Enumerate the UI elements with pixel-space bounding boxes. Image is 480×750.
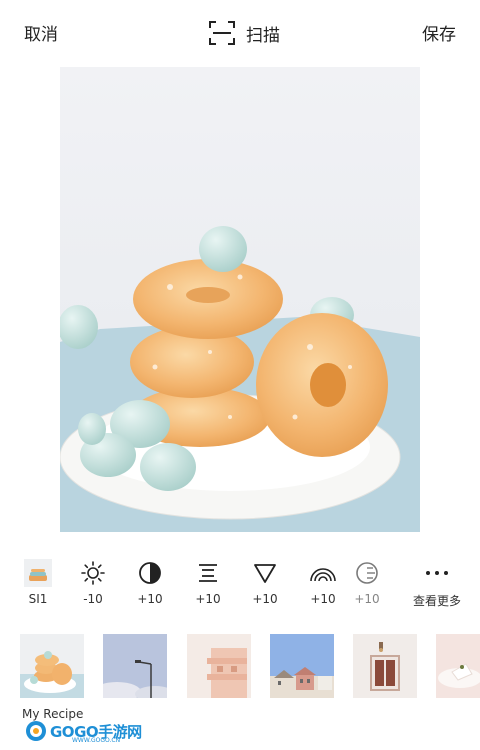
tool-label: +10 bbox=[310, 592, 336, 606]
adjustment-toolbar: SI1 -10 +10 +10 +10 +10 +10 查看更多 bbox=[0, 558, 480, 618]
tool-label: +10 bbox=[195, 592, 221, 606]
tool-label: SI1 bbox=[28, 592, 48, 606]
filter-swatch-icon bbox=[24, 559, 52, 587]
filter-streetlight[interactable] bbox=[103, 634, 167, 698]
filter-building[interactable] bbox=[187, 634, 251, 698]
houses-thumb bbox=[270, 634, 334, 698]
main-photo[interactable] bbox=[60, 67, 420, 532]
cake-thumb bbox=[436, 634, 480, 698]
more-icon bbox=[426, 571, 448, 575]
tool-label: +10 bbox=[137, 592, 163, 606]
filter-donuts[interactable] bbox=[20, 634, 84, 698]
watermark-sub: WWW.GOGO.CN bbox=[72, 737, 121, 744]
tool-arc[interactable]: +10 bbox=[295, 558, 351, 618]
tool-label: +10 bbox=[252, 592, 278, 606]
filter-window[interactable] bbox=[353, 634, 417, 698]
tool-more[interactable]: 查看更多 bbox=[404, 558, 470, 618]
lines-icon bbox=[199, 564, 217, 582]
cancel-button[interactable]: 取消 bbox=[24, 20, 58, 45]
gogo-logo-icon bbox=[26, 721, 46, 741]
filter-strip bbox=[0, 634, 480, 704]
arc-icon bbox=[310, 568, 336, 582]
building-thumb bbox=[187, 634, 251, 698]
streetlight-thumb bbox=[103, 634, 167, 698]
tool-filter-si1[interactable]: SI1 bbox=[10, 558, 66, 618]
filter-cake[interactable] bbox=[436, 634, 480, 698]
tool-partial[interactable]: +10 bbox=[352, 558, 382, 618]
tool-contrast[interactable]: +10 bbox=[122, 558, 178, 618]
tool-structure[interactable]: +10 bbox=[180, 558, 236, 618]
scan-button[interactable]: 扫描 bbox=[208, 18, 280, 48]
watermark: GOGO手游网 WWW.GOGO.CN bbox=[24, 716, 142, 746]
half-circle-icon bbox=[356, 562, 378, 584]
tool-fade[interactable]: +10 bbox=[237, 558, 293, 618]
scan-icon bbox=[209, 21, 235, 45]
window-thumb bbox=[353, 634, 417, 698]
scan-label: 扫描 bbox=[246, 25, 280, 46]
tool-label: 查看更多 bbox=[412, 594, 461, 608]
filter-houses[interactable] bbox=[270, 634, 334, 698]
save-button[interactable]: 保存 bbox=[422, 20, 456, 45]
donut-stack-image bbox=[60, 67, 420, 532]
contrast-icon bbox=[139, 562, 161, 584]
triangle-icon bbox=[254, 564, 276, 583]
donut-thumb bbox=[20, 634, 84, 698]
top-bar: 取消 扫描 保存 bbox=[0, 0, 480, 66]
sun-icon bbox=[81, 561, 105, 585]
tool-brightness[interactable]: -10 bbox=[65, 558, 121, 618]
tool-label: -10 bbox=[83, 592, 103, 606]
tool-label: +10 bbox=[354, 592, 380, 606]
